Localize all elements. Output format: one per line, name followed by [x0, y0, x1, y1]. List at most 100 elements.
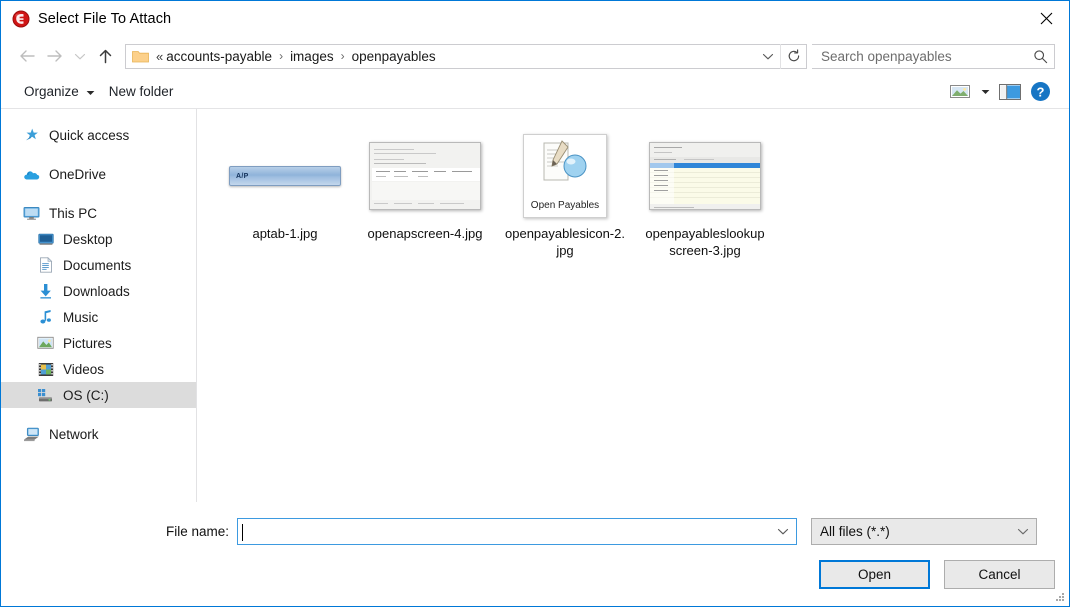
new-folder-button[interactable]: New folder	[102, 79, 181, 105]
dialog-footer: File name: All files (*.*) Open Cancel	[1, 502, 1069, 606]
sidebar-item-label: OS (C:)	[63, 387, 109, 403]
file-name-label: openpayableslookupscreen-3.jpg	[645, 226, 765, 258]
sidebar-item-label: Desktop	[63, 231, 113, 247]
thumbnail-caption: Open Payables	[530, 200, 600, 211]
dialog-buttons: Open Cancel	[819, 560, 1055, 589]
sidebar-item-pictures[interactable]: Pictures	[1, 330, 196, 356]
ap-tab-thumbnail-icon: A/P	[229, 166, 341, 186]
chevron-down-icon	[86, 84, 95, 99]
screenshot-thumbnail-icon	[369, 142, 481, 210]
filetype-value: All files (*.*)	[820, 524, 890, 539]
sidebar-item-documents[interactable]: Documents	[1, 252, 196, 278]
sidebar-item-label: OneDrive	[49, 166, 107, 182]
cloud-icon	[23, 166, 40, 183]
network-icon	[23, 426, 40, 443]
filetype-select[interactable]: All files (*.*)	[811, 518, 1037, 545]
sidebar-item-os-c[interactable]: OS (C:)	[1, 382, 196, 408]
search-icon[interactable]	[1026, 49, 1054, 64]
filename-row: File name: All files (*.*)	[1, 518, 1069, 545]
drive-icon	[37, 387, 54, 404]
filename-field[interactable]	[237, 518, 797, 545]
filename-dropdown-chevron-icon[interactable]	[770, 527, 796, 536]
sidebar-item-label: Quick access	[49, 127, 130, 143]
file-thumbnail: Open Payables	[501, 133, 629, 219]
organize-button[interactable]: Organize	[17, 79, 102, 105]
up-arrow-icon[interactable]	[91, 42, 119, 70]
file-item[interactable]: A/P aptab-1.jpg	[215, 131, 355, 259]
breadcrumb-item-accounts-payable[interactable]: accounts-payable	[165, 49, 273, 64]
navigation-pane: Quick access OneDrive This PC Desktop Do…	[1, 109, 196, 505]
dialog-body: Quick access OneDrive This PC Desktop Do…	[1, 109, 1069, 505]
file-thumbnail	[641, 133, 769, 219]
sidebar-item-label: Pictures	[63, 335, 112, 351]
search-box[interactable]	[812, 43, 1055, 69]
sidebar-item-music[interactable]: Music	[1, 304, 196, 330]
sidebar-item-label: Music	[63, 309, 99, 325]
search-input[interactable]	[812, 47, 1026, 65]
file-name-label: openpayablesicon-2.jpg	[505, 226, 625, 258]
videos-icon	[37, 361, 54, 378]
file-thumbnail: A/P	[221, 133, 349, 219]
organize-label: Organize	[24, 84, 79, 99]
sidebar-item-label: Videos	[63, 361, 105, 377]
sidebar-item-network[interactable]: Network	[1, 421, 196, 447]
open-button[interactable]: Open	[819, 560, 930, 589]
cancel-button[interactable]: Cancel	[944, 560, 1055, 589]
breadcrumb-ellipsis[interactable]: «	[156, 49, 165, 64]
breadcrumb-item-images[interactable]: images	[289, 49, 335, 64]
filetype-dropdown-chevron-icon[interactable]	[1010, 527, 1036, 536]
downloads-icon	[37, 283, 54, 300]
help-icon[interactable]: ?	[1025, 79, 1055, 105]
grid-screenshot-thumbnail-icon	[649, 142, 761, 210]
folder-icon	[132, 49, 149, 63]
sidebar-item-label: Documents	[63, 257, 132, 273]
file-grid: A/P aptab-1.jpg openapscreen-4.jpg Open …	[215, 131, 1069, 259]
close-button[interactable]	[1023, 1, 1069, 36]
forward-arrow-icon[interactable]	[41, 42, 69, 70]
sidebar-item-downloads[interactable]: Downloads	[1, 278, 196, 304]
breadcrumb: « accounts-payable › images › openpayabl…	[156, 49, 756, 64]
navigation-bar: « accounts-payable › images › openpayabl…	[1, 37, 1069, 75]
file-name-label: aptab-1.jpg	[252, 226, 318, 241]
sidebar-item-onedrive[interactable]: OneDrive	[1, 161, 196, 187]
file-item[interactable]: openapscreen-4.jpg	[355, 131, 495, 259]
sidebar-item-label: Downloads	[63, 283, 130, 299]
address-bar[interactable]: « accounts-payable › images › openpayabl…	[125, 43, 807, 69]
sidebar-item-label: Network	[49, 426, 99, 442]
app-logo-icon	[12, 10, 30, 28]
sidebar-item-desktop[interactable]: Desktop	[1, 226, 196, 252]
star-icon	[23, 127, 40, 144]
filename-input[interactable]	[238, 523, 770, 540]
breadcrumb-separator[interactable]: ›	[335, 49, 351, 63]
breadcrumb-item-openpayables[interactable]: openpayables	[351, 49, 437, 64]
file-dialog: Select File To Attach « accounts-payable…	[0, 0, 1070, 607]
address-dropdown-chevron-icon[interactable]	[756, 45, 780, 68]
file-item[interactable]: Open Payables openpayablesicon-2.jpg	[495, 131, 635, 259]
thumbnail-caption: A/P	[236, 172, 249, 180]
resize-grip-icon[interactable]	[1053, 591, 1066, 604]
view-options-chevron-icon[interactable]	[975, 79, 995, 105]
svg-text:?: ?	[1036, 84, 1044, 99]
pictures-icon	[37, 335, 54, 352]
refresh-icon[interactable]	[780, 43, 806, 69]
music-icon	[37, 309, 54, 326]
monitor-icon	[23, 205, 40, 222]
title-bar: Select File To Attach	[1, 1, 1069, 37]
sidebar-item-videos[interactable]: Videos	[1, 356, 196, 382]
sidebar-item-quick-access[interactable]: Quick access	[1, 122, 196, 148]
back-arrow-icon[interactable]	[13, 42, 41, 70]
sidebar-item-this-pc[interactable]: This PC	[1, 200, 196, 226]
preview-pane-icon[interactable]	[995, 79, 1025, 105]
recent-locations-chevron-icon[interactable]	[69, 42, 91, 70]
new-folder-label: New folder	[108, 84, 174, 99]
sidebar-item-label: This PC	[49, 205, 98, 221]
desktop-icon	[37, 231, 54, 248]
view-options-icon[interactable]	[945, 79, 975, 105]
documents-icon	[37, 257, 54, 274]
breadcrumb-separator[interactable]: ›	[273, 49, 289, 63]
text-cursor	[242, 524, 243, 541]
file-item[interactable]: openpayableslookupscreen-3.jpg	[635, 131, 775, 259]
